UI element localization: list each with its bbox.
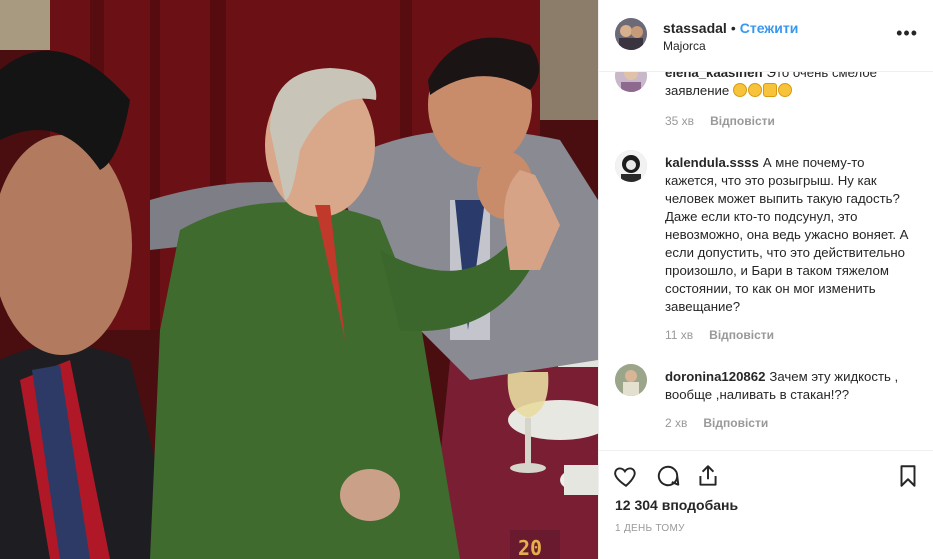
smirk-face-icon xyxy=(747,83,762,97)
comment-meta: 2 хв Відповісти xyxy=(665,416,768,430)
likes-count[interactable]: 12 304 вподобань xyxy=(615,497,738,513)
pensive-face-icon xyxy=(732,83,747,97)
avatar-image xyxy=(615,72,647,92)
comment-meta: 11 хв Відповісти xyxy=(665,328,774,342)
follow-button[interactable]: Стежити xyxy=(740,20,799,36)
post-photo[interactable]: 20 xyxy=(0,0,598,559)
photo-illustration xyxy=(0,0,598,559)
comment-username[interactable]: kalendula.ssss xyxy=(665,155,759,170)
reply-button[interactable]: Відповісти xyxy=(709,328,774,342)
avatar-image xyxy=(615,364,647,396)
comment-icon[interactable] xyxy=(655,463,681,489)
avatar-image xyxy=(615,150,647,182)
comment-time[interactable]: 35 хв xyxy=(665,114,694,128)
separator-dot: • xyxy=(730,20,736,36)
share-icon[interactable] xyxy=(695,463,721,489)
comment-username[interactable]: doronina120862 xyxy=(665,369,765,384)
comment-text-block: kalendula.ssss А мне почему-то кажется, ч… xyxy=(665,154,910,316)
more-options-icon[interactable]: ••• xyxy=(896,24,918,42)
commenter-avatar[interactable] xyxy=(615,72,647,92)
commenter-avatar[interactable] xyxy=(615,364,647,396)
victory-hand-icon xyxy=(762,83,777,97)
post-timestamp[interactable]: 1 ДЕНЬ ТОМУ xyxy=(615,523,685,534)
comment-meta: 35 хв Відповісти xyxy=(665,114,775,128)
bookmark-icon[interactable] xyxy=(895,463,921,489)
comment-username[interactable]: elena_kaasinen xyxy=(665,72,763,80)
post-side-panel: stassadal • Стежити Majorca ••• elena_kaas… xyxy=(598,0,933,559)
commenter-avatar[interactable] xyxy=(615,150,647,182)
author-username[interactable]: stassadal xyxy=(663,20,727,36)
post-actions: 12 304 вподобань 1 ДЕНЬ ТОМУ xyxy=(599,450,933,559)
comment-time[interactable]: 2 хв xyxy=(665,416,687,430)
smile-face-icon xyxy=(777,83,792,97)
comment-time[interactable]: 11 хв xyxy=(665,328,693,342)
comment-text-block: doronina120862 Зачем эту жидкость , вообщ… xyxy=(665,368,910,404)
author-line: stassadal • Стежити xyxy=(663,20,798,36)
comments-list[interactable]: elena_kaasinen Это очень смелое заявление… xyxy=(599,72,933,450)
comment-text: А мне почему-то кажется, что это розыгры… xyxy=(665,155,909,314)
reply-button[interactable]: Відповісти xyxy=(710,114,775,128)
photo-number-label: 20 xyxy=(518,536,543,559)
avatar-image xyxy=(615,18,647,50)
post-location[interactable]: Majorca xyxy=(663,39,706,53)
post-header: stassadal • Стежити Majorca ••• xyxy=(599,0,933,72)
heart-icon[interactable] xyxy=(613,463,639,489)
comment-text-block: elena_kaasinen Это очень смелое заявление xyxy=(665,72,910,100)
author-avatar[interactable] xyxy=(615,18,647,50)
reply-button[interactable]: Відповісти xyxy=(703,416,768,430)
